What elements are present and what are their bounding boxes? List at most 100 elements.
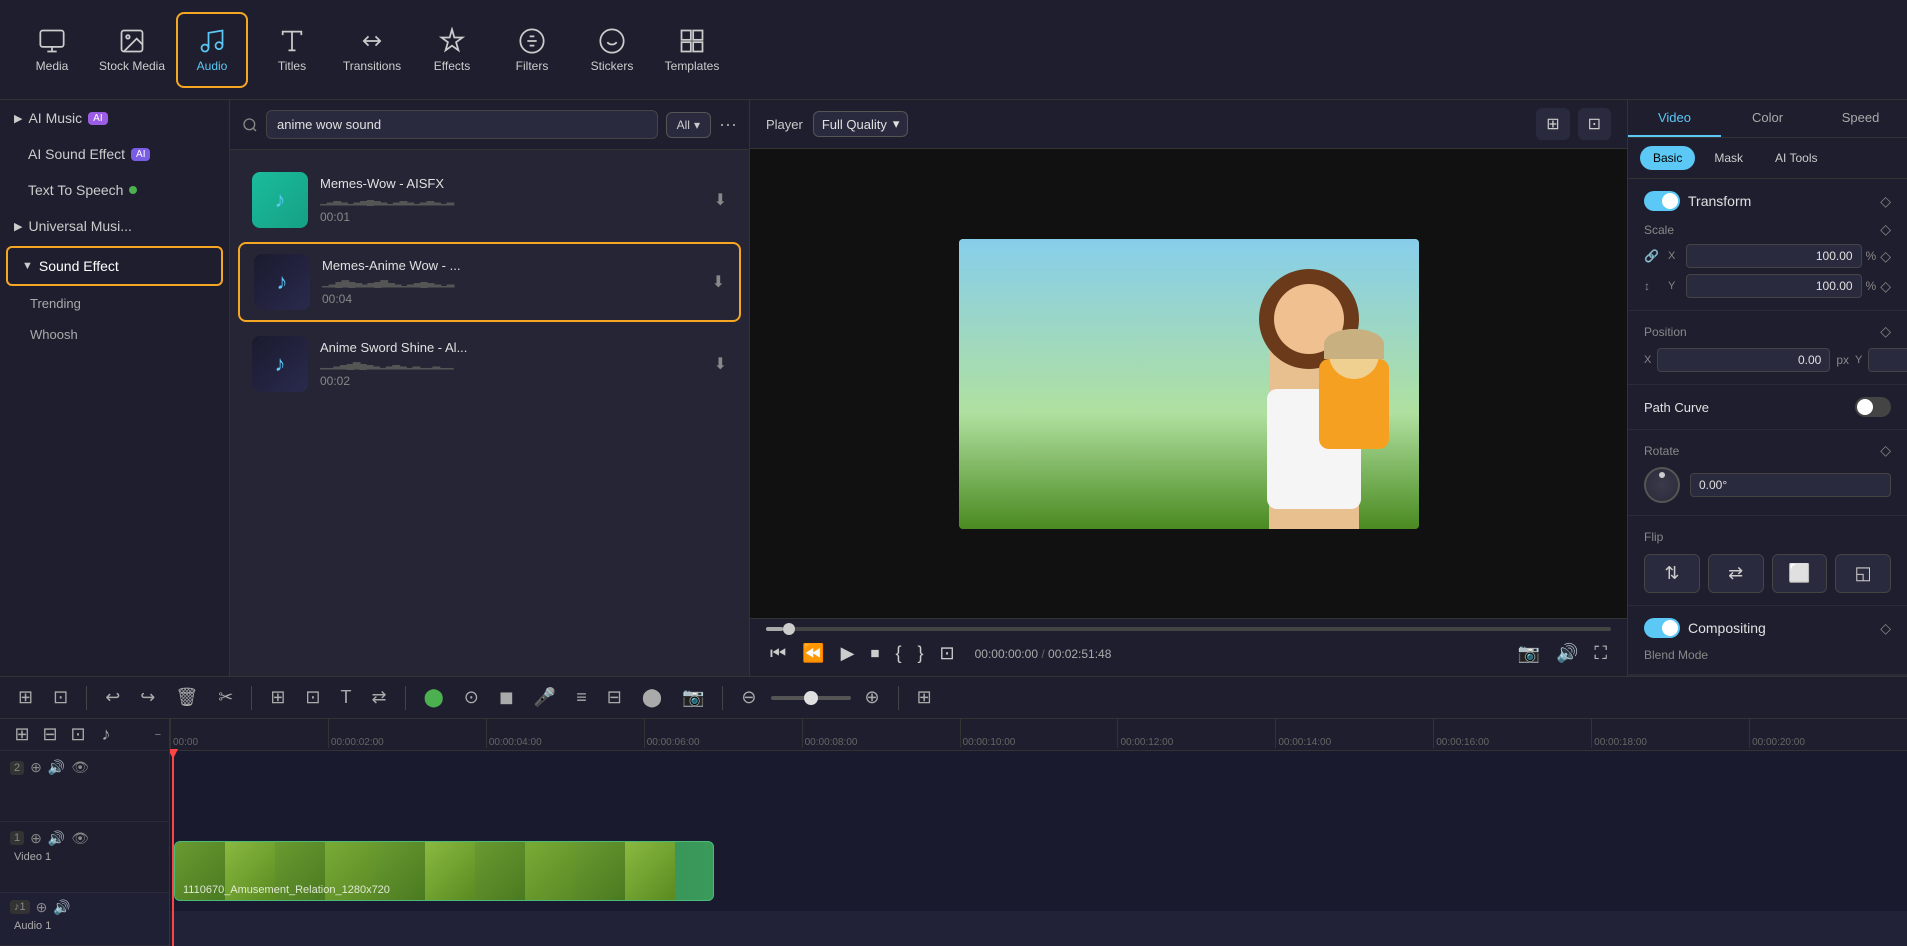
toolbar-filters[interactable]: Filters (496, 12, 568, 88)
progress-handle[interactable] (783, 623, 795, 635)
subtab-ai-tools[interactable]: AI Tools (1762, 146, 1830, 170)
download-button-2[interactable]: ⬇ (712, 272, 725, 292)
toolbar-media[interactable]: Media (16, 12, 88, 88)
sidebar-universal-music[interactable]: ▶ Universal Musi... (0, 208, 229, 244)
scale-x-keyframe[interactable]: ◇ (1880, 248, 1891, 265)
timeline-cut-button[interactable]: ✂ (212, 683, 239, 712)
detach-audio-button[interactable]: ♪ (92, 721, 120, 749)
flip-horizontal-button[interactable]: ⇄ (1708, 554, 1764, 593)
add-audio-track-button[interactable]: ⊟ (36, 721, 64, 749)
position-keyframe-icon[interactable]: ◇ (1880, 323, 1891, 340)
scale-y-input[interactable] (1686, 274, 1862, 298)
more-options-button[interactable]: ··· (719, 114, 737, 135)
progress-bar[interactable] (766, 627, 1611, 631)
video-clip-1[interactable]: 1110670_Amusement_Relation_1280x720 (174, 841, 714, 901)
timeline-select-button[interactable]: ⊡ (47, 683, 74, 712)
add-video-track-button[interactable]: ⊞ (8, 721, 36, 749)
timeline-freeze-button[interactable]: ⬤ (636, 683, 668, 712)
timeline-add-track-button[interactable]: ⊞ (12, 683, 39, 712)
play-button[interactable]: ▶ (837, 639, 859, 668)
fullscreen-player-button[interactable]: ⛶ (1590, 639, 1611, 668)
subtab-basic[interactable]: Basic (1640, 146, 1695, 170)
mark-in-button[interactable]: { (891, 639, 905, 668)
timeline-zoom-slider[interactable] (771, 696, 851, 700)
track-2-visible-button[interactable]: 👁 (71, 759, 89, 776)
track-2-add-button[interactable]: ⊕ (30, 759, 42, 776)
toolbar-audio[interactable]: Audio (176, 12, 248, 88)
tab-speed[interactable]: Speed (1814, 100, 1907, 137)
compositing-toggle[interactable] (1644, 618, 1680, 638)
transform-toggle[interactable] (1644, 191, 1680, 211)
search-input[interactable] (266, 110, 658, 139)
filter-button[interactable]: All ▾ (666, 112, 711, 138)
track-2-lock-button[interactable]: 🔊 (48, 759, 65, 776)
compositing-keyframe-icon[interactable]: ◇ (1880, 620, 1891, 637)
audio-item-anime-sword[interactable]: ♪ Anime Sword Shine - Al... ▁▁▂▃▄▅▄▃▂▁▂▃… (238, 326, 741, 402)
sidebar-trending[interactable]: Trending (0, 288, 229, 319)
timeline-delete-button[interactable]: 🗑 (169, 683, 204, 712)
position-x-input[interactable] (1657, 348, 1830, 372)
timeline-subtitles-button[interactable]: ⊟ (601, 683, 628, 712)
toolbar-transitions[interactable]: Transitions (336, 12, 408, 88)
step-back-button[interactable]: ⏮ (766, 639, 790, 668)
timeline-green-screen-button[interactable]: ⬤ (418, 683, 450, 712)
track-1-add-button[interactable]: ⊕ (30, 830, 42, 847)
sidebar-text-to-speech[interactable]: Text To Speech (0, 172, 229, 208)
download-button-1[interactable]: ⬇ (714, 190, 727, 210)
timeline-scenes-button[interactable]: ≡ (570, 683, 593, 712)
audio-item-memes-wow[interactable]: ♪ Memes-Wow - AISFX ▁▂▃▂▁▂▃▄▃▂▁▂▃▂▁▂▃▂▁▂… (238, 162, 741, 238)
track-1-lock-button[interactable]: 🔊 (48, 830, 65, 847)
download-button-3[interactable]: ⬇ (714, 354, 727, 374)
mark-out-button[interactable]: } (913, 639, 927, 668)
subtab-mask[interactable]: Mask (1701, 146, 1756, 170)
toolbar-templates[interactable]: Templates (656, 12, 728, 88)
flip-vertical-button[interactable]: ⇅ (1644, 554, 1700, 593)
sidebar-ai-music[interactable]: ▶ AI Music AI (0, 100, 229, 136)
rotate-keyframe-icon[interactable]: ◇ (1880, 442, 1891, 459)
sidebar-sound-effect[interactable]: ▼ Sound Effect (6, 246, 223, 286)
timeline-redo-button[interactable]: ↪ (134, 683, 161, 712)
grid-view-button[interactable]: ⊞ (1536, 108, 1569, 140)
path-curve-toggle[interactable] (1855, 397, 1891, 417)
sidebar-whoosh[interactable]: Whoosh (0, 319, 229, 350)
add-special-track-button[interactable]: ⊡ (64, 721, 92, 749)
toolbar-stickers[interactable]: Stickers (576, 12, 648, 88)
volume-button[interactable]: 🔊 (1552, 639, 1582, 668)
transform-keyframe-icon[interactable]: ◇ (1880, 193, 1891, 210)
track-1-visible-button[interactable]: 👁 (71, 830, 89, 847)
toolbar-effects[interactable]: Effects (416, 12, 488, 88)
quality-selector[interactable]: Full Quality ▾ (813, 111, 909, 137)
toolbar-titles[interactable]: Titles (256, 12, 328, 88)
timeline-ripple-button[interactable]: ⊡ (299, 683, 326, 712)
scale-y-keyframe[interactable]: ◇ (1880, 278, 1891, 295)
scale-keyframe-icon[interactable]: ◇ (1880, 221, 1891, 238)
position-y-input[interactable] (1868, 348, 1907, 372)
timeline-motion-button[interactable]: ⊙ (458, 683, 485, 712)
flip-reset-v-button[interactable]: ◱ (1835, 554, 1891, 593)
sidebar-collapse-button[interactable]: ‹ (229, 368, 230, 408)
timeline-text-button[interactable]: T (335, 683, 358, 712)
timeline-audio-button[interactable]: ⇄ (366, 683, 393, 712)
rotate-wheel[interactable] (1644, 467, 1680, 503)
scale-x-input[interactable] (1686, 244, 1862, 268)
timeline-split-button[interactable]: ⊞ (264, 683, 291, 712)
sidebar-ai-sound-effect[interactable]: AI Sound Effect AI (0, 136, 229, 172)
tab-color[interactable]: Color (1721, 100, 1814, 137)
timeline-stabilize-button[interactable]: ◼ (493, 683, 520, 712)
snapshot-button[interactable]: 📷 (1514, 639, 1544, 668)
flip-reset-h-button[interactable]: ⬜ (1772, 554, 1828, 593)
tab-video[interactable]: Video (1628, 100, 1721, 137)
rotate-input[interactable] (1690, 473, 1891, 497)
timeline-zoom-plus-button[interactable]: ⊕ (859, 683, 886, 712)
frame-back-button[interactable]: ⏪ (798, 639, 828, 668)
stop-button[interactable]: ⏹ (866, 639, 883, 668)
fullscreen-button[interactable]: ⊡ (1578, 108, 1611, 140)
timeline-voiceover-button[interactable]: 🎤 (528, 683, 562, 712)
timeline-zoom-minus-button[interactable]: ⊖ (735, 683, 762, 712)
toolbar-stock[interactable]: Stock Media (96, 12, 168, 88)
audio-item-memes-anime[interactable]: ♪ Memes-Anime Wow - ... ▁▂▄▅▄▃▂▃▄▅▃▂▁▂▃▄… (238, 242, 741, 322)
timeline-grid-button[interactable]: ⊞ (911, 683, 938, 712)
insert-button[interactable]: ⊡ (936, 639, 959, 668)
timeline-undo-button[interactable]: ↩ (99, 683, 126, 712)
timeline-snapshot-button[interactable]: 📷 (676, 683, 710, 712)
